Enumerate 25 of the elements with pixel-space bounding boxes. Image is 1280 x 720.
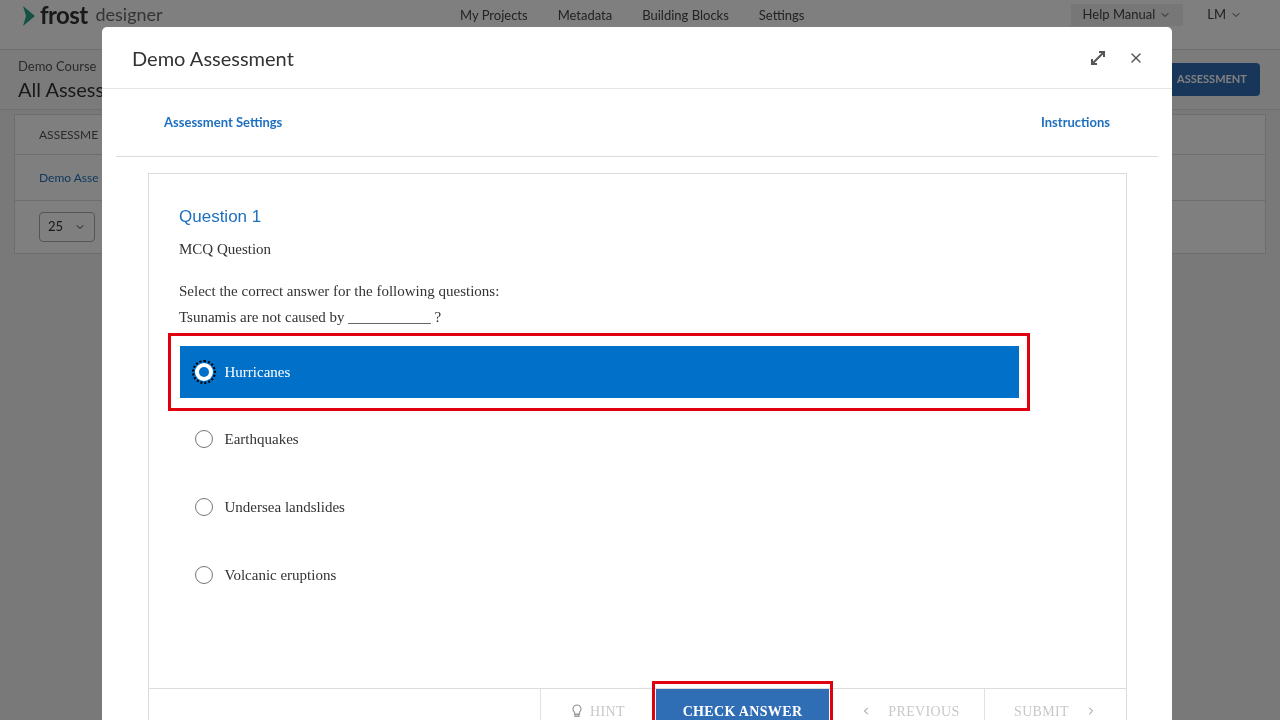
help-menu[interactable]: Help Manual [1070,4,1184,26]
page-size-select[interactable]: 25 [39,212,95,242]
answer-option[interactable]: Hurricanes [179,346,1019,398]
page-title: All Assess [18,76,105,102]
radio-icon[interactable] [194,363,213,381]
modal-link[interactable]: Instructions [1041,112,1110,133]
question-prompt: Select the correct answer for the following questions: [179,282,501,301]
logo-subtext: designer [95,4,163,24]
breadcrumb: Demo Course [18,57,98,77]
lightbulb-icon [572,704,583,718]
nav-link[interactable]: Metadata [557,6,613,24]
question-heading: Question 1 [179,206,263,228]
logo-text: frost [40,4,88,26]
question-text: Tsunamis are not caused by ___________ ? [179,307,443,327]
expand-icon[interactable] [1090,49,1106,66]
question-type: MCQ Question [179,239,273,259]
logo-chevron-icon [22,4,36,28]
nav-link[interactable]: Building Blocks [642,6,729,24]
modal-title: Demo Assessment [132,44,294,72]
nav-link[interactable]: My Projects [460,6,528,24]
check-answer-button[interactable]: CHECK ANSWER [656,689,829,720]
table-link[interactable]: Demo Asse [39,168,99,187]
user-menu[interactable]: LM [1207,4,1242,26]
nav-link[interactable]: Settings [758,6,805,24]
modal-link[interactable]: Assessment Settings [164,112,283,133]
